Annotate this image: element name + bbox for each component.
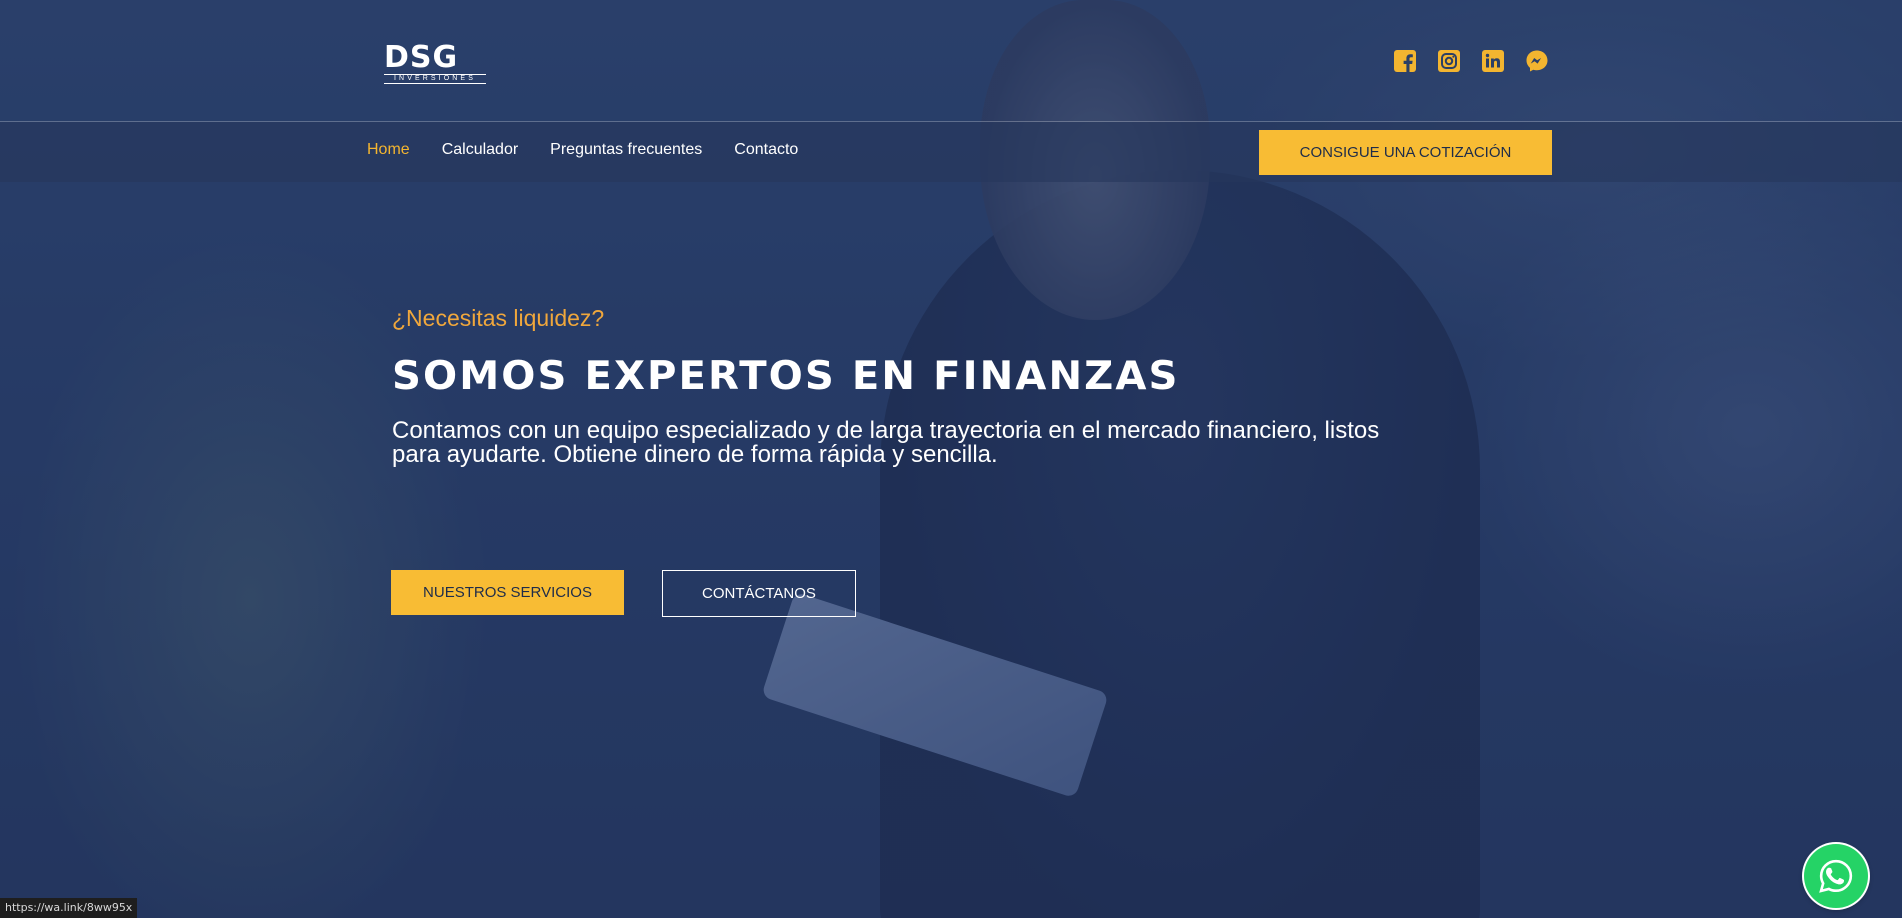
hero-headline: SOMOS EXPERTOS EN FINANZAS bbox=[392, 354, 1180, 399]
logo-sub-text: INVERSIONES bbox=[384, 74, 486, 84]
nav-links: Home Calculador Preguntas frecuentes Con… bbox=[367, 141, 798, 159]
facebook-icon[interactable] bbox=[1393, 49, 1417, 73]
nav-item-home[interactable]: Home bbox=[367, 141, 410, 159]
site-header: DSG INVERSIONES bbox=[0, 0, 1902, 122]
instagram-icon[interactable] bbox=[1437, 49, 1461, 73]
messenger-icon[interactable] bbox=[1525, 49, 1549, 73]
our-services-button[interactable]: NUESTROS SERVICIOS bbox=[391, 570, 624, 615]
get-quote-button[interactable]: CONSIGUE UNA COTIZACIÓN bbox=[1259, 130, 1552, 175]
nav-item-calculador[interactable]: Calculador bbox=[442, 141, 518, 159]
linkedin-icon[interactable] bbox=[1481, 49, 1505, 73]
browser-status-url: https://wa.link/8ww95x bbox=[0, 898, 138, 918]
social-links bbox=[1393, 49, 1549, 73]
hero-description: Contamos con un equipo especializado y d… bbox=[392, 417, 1380, 468]
logo-main-text: DSG bbox=[384, 40, 459, 75]
nav-item-preguntas-frecuentes[interactable]: Preguntas frecuentes bbox=[550, 141, 702, 159]
contact-us-button[interactable]: CONTÁCTANOS bbox=[662, 570, 856, 617]
brand-logo[interactable]: DSG INVERSIONES bbox=[384, 40, 486, 84]
nav-item-contacto[interactable]: Contacto bbox=[734, 141, 798, 159]
hero-eyebrow: ¿Necesitas liquidez? bbox=[392, 305, 605, 331]
whatsapp-chat-button[interactable] bbox=[1804, 844, 1868, 908]
whatsapp-icon bbox=[1819, 859, 1853, 893]
hero-content: ¿Necesitas liquidez? SOMOS EXPERTOS EN F… bbox=[392, 305, 1392, 467]
main-navigation: Home Calculador Preguntas frecuentes Con… bbox=[0, 122, 1902, 182]
